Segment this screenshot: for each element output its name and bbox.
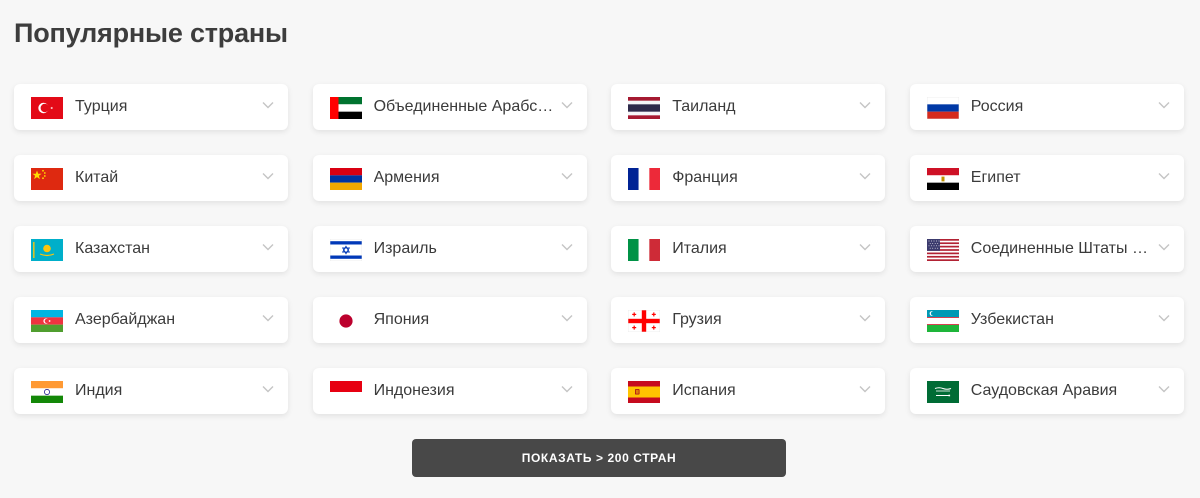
country-card-egypt[interactable]: Египет [909,155,1184,201]
chevron-down-icon [262,101,274,109]
page-title: Популярные страны [14,18,288,48]
italy-flag-icon [628,239,661,261]
chevron-down-icon [561,243,573,251]
country-card-usa[interactable]: Соединенные Штаты Америки [909,226,1184,272]
uae-flag-icon [329,97,362,119]
chevron-down-icon [859,314,871,322]
chevron-down-icon [1158,314,1170,322]
country-card-georgia[interactable]: Грузия [611,297,886,343]
country-label: Египет [970,169,1021,186]
country-card-uzbekistan[interactable]: Узбекистан [909,297,1184,343]
country-label: Япония [373,311,430,328]
country-label: Индонезия [373,382,455,399]
country-label: Соединенные Штаты Америки [970,240,1152,257]
country-label: Саудовская Аравия [970,382,1118,399]
india-flag-icon [31,381,63,403]
country-label: Турция [75,98,128,115]
france-flag-icon [628,168,661,190]
countries-grid: Турция Объединенные Арабские Эмираты Таи… [14,84,1184,414]
chevron-down-icon [262,172,274,180]
china-flag-icon [31,168,63,190]
japan-flag-icon [329,310,362,332]
show-more-countries-button[interactable]: ПОКАЗАТЬ > 200 СТРАН [412,439,786,477]
country-card-japan[interactable]: Япония [312,297,587,343]
country-label: Франция [672,169,738,186]
saudi-arabia-flag-icon [926,381,959,403]
azerbaijan-flag-icon [31,310,63,332]
country-label: Россия [970,98,1024,115]
country-label: Армения [373,169,440,186]
country-card-uae[interactable]: Объединенные Арабские Эмираты [312,84,587,130]
country-label: Италия [672,240,727,257]
country-label: Грузия [672,311,722,328]
israel-flag-icon [329,239,362,261]
chevron-down-icon [859,385,871,393]
country-card-india[interactable]: Индия [14,368,288,414]
chevron-down-icon [859,172,871,180]
kazakhstan-flag-icon [31,239,63,261]
indonesia-flag-icon [329,381,362,403]
egypt-flag-icon [926,168,959,190]
georgia-flag-icon [628,310,661,332]
country-card-azerbaijan[interactable]: Азербайджан [14,297,288,343]
country-label: Индия [75,382,123,399]
chevron-down-icon [1158,243,1170,251]
chevron-down-icon [561,314,573,322]
country-label: Испания [672,382,736,399]
chevron-down-icon [1158,385,1170,393]
spain-flag-icon [628,381,661,403]
chevron-down-icon [561,385,573,393]
turkey-flag-icon [31,97,63,119]
chevron-down-icon [859,101,871,109]
uzbekistan-flag-icon [926,310,959,332]
country-card-kazakhstan[interactable]: Казахстан [14,226,288,272]
country-label: Китай [75,169,119,186]
chevron-down-icon [561,172,573,180]
country-card-thailand[interactable]: Таиланд [611,84,886,130]
chevron-down-icon [262,314,274,322]
country-card-italy[interactable]: Италия [611,226,886,272]
country-label: Израиль [373,240,437,257]
country-card-saudi-arabia[interactable]: Саудовская Аравия [909,368,1184,414]
popular-countries-page: Популярные страны Турция Объединенные Ар… [0,0,1200,498]
country-card-indonesia[interactable]: Индонезия [312,368,587,414]
chevron-down-icon [262,243,274,251]
country-label: Таиланд [672,98,736,115]
country-card-armenia[interactable]: Армения [312,155,587,201]
country-card-china[interactable]: Китай [14,155,288,201]
chevron-down-icon [561,101,573,109]
country-card-turkey[interactable]: Турция [14,84,288,130]
country-card-france[interactable]: Франция [611,155,886,201]
chevron-down-icon [262,385,274,393]
country-label: Узбекистан [970,311,1054,328]
chevron-down-icon [859,243,871,251]
country-card-russia[interactable]: Россия [909,84,1184,130]
country-card-israel[interactable]: Израиль [312,226,587,272]
armenia-flag-icon [329,168,362,190]
thailand-flag-icon [628,97,661,119]
russia-flag-icon [926,97,959,119]
country-label: Казахстан [75,240,150,257]
country-card-spain[interactable]: Испания [611,368,886,414]
chevron-down-icon [1158,172,1170,180]
country-label: Объединенные Арабские Эмираты [373,98,555,115]
chevron-down-icon [1158,101,1170,109]
country-label: Азербайджан [75,311,176,328]
usa-flag-icon [926,239,959,261]
